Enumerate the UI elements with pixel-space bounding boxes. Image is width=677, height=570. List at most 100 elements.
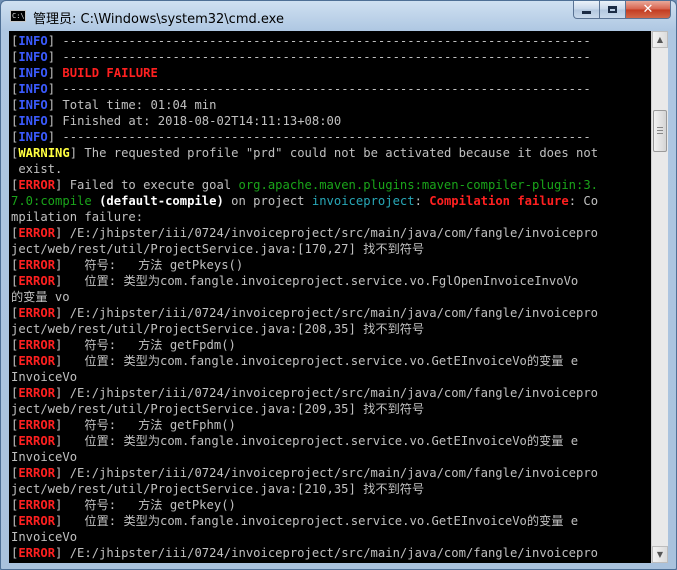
tag-bracket: ] (47, 34, 63, 48)
console-text: 符号: 方法 getPkey() (69, 498, 236, 512)
scroll-up-button[interactable]: ▲ (652, 31, 668, 48)
console-line: [ERROR] 符号: 方法 getFpdm() (11, 337, 598, 353)
minimize-button[interactable] (573, 1, 600, 19)
console-text: 符号: 方法 getFphm() (69, 418, 236, 432)
grip-line (657, 133, 663, 134)
console-text: 符号: 方法 getFpdm() (69, 338, 236, 352)
console-line: [ERROR] Failed to execute goal org.apach… (11, 177, 598, 193)
console-text: ----------------------------------------… (62, 130, 591, 144)
info-tag: INFO (18, 34, 48, 48)
console-line: [ERROR] /E:/jhipster/iii/0724/invoicepro… (11, 465, 598, 481)
console-line: [ERROR] 符号: 方法 getFphm() (11, 417, 598, 433)
console-line: [INFO] BUILD FAILURE (11, 65, 598, 81)
console-line: 7.0:compile (default-compile) on project… (11, 193, 598, 209)
error-tag: ERROR (18, 546, 56, 560)
console-line: [ERROR] 位置: 类型为com.fangle.invoiceproject… (11, 273, 598, 289)
console-text: (default-compile) (99, 194, 224, 208)
console-text: Total time: 01:04 min (62, 98, 217, 112)
vertical-scrollbar[interactable]: ▲ ▼ (651, 31, 668, 563)
console-line: [INFO] Finished at: 2018-08-02T14:11:13+… (11, 113, 598, 129)
info-tag: INFO (18, 98, 48, 112)
error-tag: ERROR (18, 418, 56, 432)
tag-bracket: ] (55, 418, 70, 432)
console-line: [ERROR] 符号: 方法 getPkey() (11, 497, 598, 513)
error-tag: ERROR (18, 434, 56, 448)
console-line: ject/web/rest/util/ProjectService.java:[… (11, 481, 598, 497)
error-tag: ERROR (18, 306, 56, 320)
console-text: mpilation failure: (11, 210, 144, 224)
warning-tag: WARNING (18, 146, 70, 160)
error-tag: ERROR (18, 466, 56, 480)
console-text: Finished at: 2018-08-02T14:11:13+08:00 (62, 114, 342, 128)
console-text: ject/web/rest/util/ProjectService.java:[… (11, 482, 425, 496)
console-line: exist. (11, 161, 598, 177)
title-bar[interactable]: C:\ 管理员: C:\Windows\system32\cmd.exe ✕ (1, 1, 676, 31)
console-text: ----------------------------------------… (62, 50, 591, 64)
console-lines: [INFO] ---------------------------------… (11, 33, 598, 561)
window-title: 管理员: C:\Windows\system32\cmd.exe (33, 12, 284, 27)
error-tag: ERROR (18, 338, 56, 352)
console-text: /E:/jhipster/iii/0724/invoiceproject/src… (69, 226, 599, 240)
console-line: [INFO] ---------------------------------… (11, 49, 598, 65)
console-line: mpilation failure: (11, 209, 598, 225)
console-output[interactable]: [INFO] ---------------------------------… (9, 31, 651, 563)
tag-bracket: ] (55, 178, 70, 192)
info-tag: INFO (18, 66, 48, 80)
tag-bracket: ] (47, 130, 63, 144)
console-text: : (414, 194, 430, 208)
console-text: : Co (568, 194, 599, 208)
close-button[interactable]: ✕ (626, 1, 671, 19)
console-text: 符号: 方法 getPkeys() (69, 258, 244, 272)
error-tag: ERROR (18, 514, 56, 528)
console-text: ject/web/rest/util/ProjectService.java:[… (11, 242, 425, 256)
console-line: [ERROR] 符号: 方法 getPkeys() (11, 257, 598, 273)
maximize-button[interactable] (600, 1, 626, 19)
tag-bracket: ] (47, 114, 63, 128)
grip-line (657, 127, 663, 128)
console-line: ject/web/rest/util/ProjectService.java:[… (11, 241, 598, 257)
console-text: The requested profile "prd" could not be… (84, 146, 599, 160)
tag-bracket: ] (55, 306, 70, 320)
console-text: Compilation failure (429, 194, 569, 208)
tag-bracket: ] (47, 50, 63, 64)
console-line: InvoiceVo (11, 449, 598, 465)
console-line: [INFO] ---------------------------------… (11, 129, 598, 145)
console-text: InvoiceVo (11, 450, 78, 464)
info-tag: INFO (18, 130, 48, 144)
scroll-thumb[interactable] (653, 110, 667, 152)
tag-bracket: ] (55, 498, 70, 512)
console-text: org.apache.maven.plugins:maven-compiler-… (238, 178, 599, 192)
scroll-down-button[interactable]: ▼ (652, 546, 668, 563)
console-line: [ERROR] /E:/jhipster/iii/0724/invoicepro… (11, 545, 598, 561)
console-text: ject/web/rest/util/ProjectService.java:[… (11, 322, 425, 336)
console-text: invoiceproject (311, 194, 415, 208)
close-icon: ✕ (642, 2, 654, 17)
window-controls: ✕ (573, 1, 671, 19)
console-line: [INFO] ---------------------------------… (11, 81, 598, 97)
console-line: [ERROR] 位置: 类型为com.fangle.invoiceproject… (11, 433, 598, 449)
console-text: 位置: 类型为com.fangle.invoiceproject.service… (69, 434, 579, 448)
cmd-window: C:\ 管理员: C:\Windows\system32\cmd.exe ✕ [… (0, 0, 677, 570)
console-text: ject/web/rest/util/ProjectService.java:[… (11, 402, 425, 416)
console-text: 位置: 类型为com.fangle.invoiceproject.service… (69, 354, 579, 368)
console-text: exist. (11, 162, 63, 176)
cmd-icon[interactable]: C:\ (10, 10, 26, 22)
console-text: 的变量 vo (11, 290, 70, 304)
console-text: /E:/jhipster/iii/0724/invoiceproject/src… (69, 306, 599, 320)
arrow-down-icon: ▼ (656, 550, 664, 559)
console-line: [WARNING] The requested profile "prd" co… (11, 145, 598, 161)
console-text: /E:/jhipster/iii/0724/invoiceproject/src… (69, 466, 599, 480)
error-tag: ERROR (18, 258, 56, 272)
console-text: 位置: 类型为com.fangle.invoiceproject.service… (69, 274, 579, 288)
console-text: /E:/jhipster/iii/0724/invoiceproject/src… (69, 386, 599, 400)
console-line: InvoiceVo (11, 529, 598, 545)
console-line: ject/web/rest/util/ProjectService.java:[… (11, 321, 598, 337)
tag-bracket: ] (55, 434, 70, 448)
error-tag: ERROR (18, 274, 56, 288)
console-line: [ERROR] 位置: 类型为com.fangle.invoiceproject… (11, 353, 598, 369)
console-line: [ERROR] 位置: 类型为com.fangle.invoiceproject… (11, 513, 598, 529)
tag-bracket: ] (55, 546, 70, 560)
tag-bracket: ] (55, 274, 70, 288)
console-line: ject/web/rest/util/ProjectService.java:[… (11, 401, 598, 417)
